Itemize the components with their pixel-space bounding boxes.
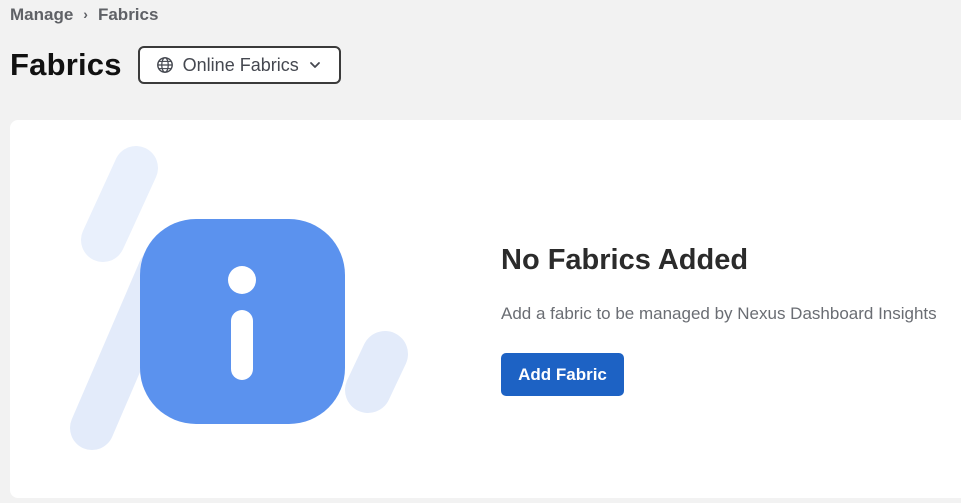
breadcrumb: Manage › Fabrics [10,5,158,25]
add-fabric-button[interactable]: Add Fabric [501,353,624,396]
info-icon [140,219,345,424]
globe-icon [156,57,173,73]
empty-state-title: No Fabrics Added [501,244,749,276]
info-illustration [70,146,408,450]
decor-stripe-small [345,331,408,413]
dropdown-label: Online Fabrics [182,54,299,75]
page: Manage › Fabrics Fabrics Online Fabrics [0,0,961,503]
breadcrumb-separator-icon: › [83,6,88,22]
online-fabrics-dropdown[interactable]: Online Fabrics [137,46,341,84]
breadcrumb-item-manage[interactable]: Manage [10,5,73,25]
empty-state-card: No Fabrics Added Add a fabric to be mana… [10,120,961,498]
page-title: Fabrics [10,47,122,82]
title-row: Fabrics Online Fabrics [10,44,341,86]
chevron-down-icon [309,62,320,68]
breadcrumb-item-fabrics[interactable]: Fabrics [98,5,158,25]
empty-state-description: Add a fabric to be managed by Nexus Dash… [501,304,937,323]
decor-stripe-top [81,146,158,262]
